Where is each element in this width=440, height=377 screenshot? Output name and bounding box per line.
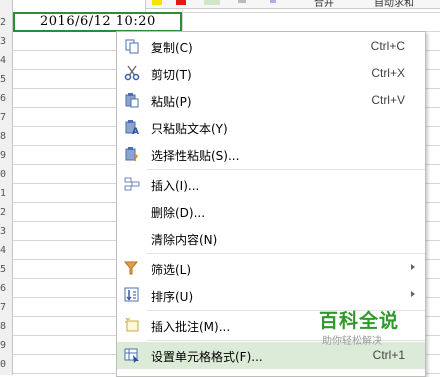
menu-item-label: 只粘贴文本(Y) xyxy=(151,122,228,136)
paste-icon xyxy=(124,92,140,108)
menu-item-label: 插入批注(M)... xyxy=(151,320,231,334)
toolbar-strip: 合并 自动求和 xyxy=(145,0,440,9)
menu-item-label: 粘贴(P) xyxy=(151,95,192,109)
scissors-icon xyxy=(124,65,140,81)
comment-icon xyxy=(124,317,140,333)
row-number[interactable]: 4 xyxy=(0,51,12,70)
menu-item-label: 筛选(L) xyxy=(151,263,192,277)
menu-item-shortcut: Ctrl+X xyxy=(371,66,405,80)
menu-item-label: 删除(D)... xyxy=(151,206,206,220)
menu-item-shortcut: Ctrl+V xyxy=(371,93,405,107)
row-number[interactable]: 3 xyxy=(0,222,12,241)
menu-item-delete[interactable]: 删除(D)... xyxy=(117,198,425,225)
row-number[interactable]: 6 xyxy=(0,279,12,298)
autosum-button[interactable]: 自动求和 xyxy=(374,0,414,9)
menu-separator xyxy=(147,169,425,170)
menu-item-label: 排序(U) xyxy=(151,290,194,304)
row-number[interactable]: 8 xyxy=(0,127,12,146)
watermark-subtitle: 助你轻松解决 xyxy=(322,336,382,347)
sort-icon xyxy=(124,287,140,303)
row-number[interactable]: 8 xyxy=(0,317,12,336)
menu-item-copy[interactable]: 复制(C) Ctrl+C xyxy=(117,33,425,60)
menu-item-paste-special[interactable]: ? 选择性粘贴(S)... xyxy=(117,141,425,168)
submenu-arrow-icon xyxy=(411,291,415,297)
menu-item-shortcut: Ctrl+C xyxy=(370,39,405,53)
row-number[interactable]: 3 xyxy=(0,32,12,51)
svg-text:?: ? xyxy=(133,154,138,162)
row-number[interactable]: 7 xyxy=(0,108,12,127)
menu-item-label: 复制(C) xyxy=(151,41,193,55)
menu-item-label: 清除内容(N) xyxy=(151,233,218,247)
row-number[interactable]: 1 xyxy=(0,184,12,203)
row-number[interactable]: 0 xyxy=(0,355,12,374)
row-number[interactable]: 5 xyxy=(0,70,12,89)
submenu-arrow-icon xyxy=(411,264,415,270)
row-number[interactable]: 2 xyxy=(0,203,12,222)
menu-item-label: 剪切(T) xyxy=(151,68,192,82)
menu-item-filter[interactable]: 筛选(L) xyxy=(117,255,425,282)
svg-text:A: A xyxy=(132,127,139,135)
menu-item-shortcut: Ctrl+1 xyxy=(372,348,405,362)
watermark-title: 百科全说 xyxy=(319,310,400,332)
merge-button[interactable]: 合并 xyxy=(314,0,334,9)
menu-item-label: 设置单元格格式(F)... xyxy=(151,350,263,364)
row-number[interactable]: 2 xyxy=(0,13,12,32)
row-header: 2 3 4 5 6 7 8 9 0 1 2 3 4 5 6 7 8 9 0 xyxy=(0,0,13,375)
row-number[interactable]: 5 xyxy=(0,260,12,279)
copy-icon xyxy=(124,38,140,54)
row-number[interactable]: 9 xyxy=(0,336,12,355)
row-number[interactable]: 9 xyxy=(0,146,12,165)
color-swatch-yellow[interactable] xyxy=(152,0,162,5)
insert-icon xyxy=(124,176,140,192)
menu-item-clear-contents[interactable]: 清除内容(N) xyxy=(117,225,425,252)
menu-item-label: 选择性粘贴(S)... xyxy=(151,149,240,163)
menu-item-paste[interactable]: 粘贴(P) Ctrl+V xyxy=(117,87,425,114)
border-icon[interactable] xyxy=(238,0,246,3)
color-swatch-green[interactable] xyxy=(204,0,220,5)
menu-separator xyxy=(147,253,425,254)
menu-item-label: 插入(I)... xyxy=(151,179,200,193)
row-number[interactable]: 0 xyxy=(0,165,12,184)
menu-item-insert[interactable]: 插入(I)... xyxy=(117,171,425,198)
menu-item-cut[interactable]: 剪切(T) Ctrl+X xyxy=(117,60,425,87)
row-number[interactable]: 6 xyxy=(0,89,12,108)
row-number[interactable]: 4 xyxy=(0,241,12,260)
color-swatch-red[interactable] xyxy=(176,0,186,5)
row-number[interactable]: 7 xyxy=(0,298,12,317)
cell-value: 2016/6/12 10:20 xyxy=(40,14,156,29)
paste-text-icon: A xyxy=(124,119,140,137)
filter-icon xyxy=(123,260,140,276)
watermark-logo: 百科全说 助你轻松解决 xyxy=(305,304,415,350)
format-cells-icon xyxy=(124,347,140,363)
paste-special-icon: ? xyxy=(124,146,140,164)
menu-item-paste-text[interactable]: A 只粘贴文本(Y) xyxy=(117,114,425,141)
brush-icon[interactable] xyxy=(270,0,276,3)
